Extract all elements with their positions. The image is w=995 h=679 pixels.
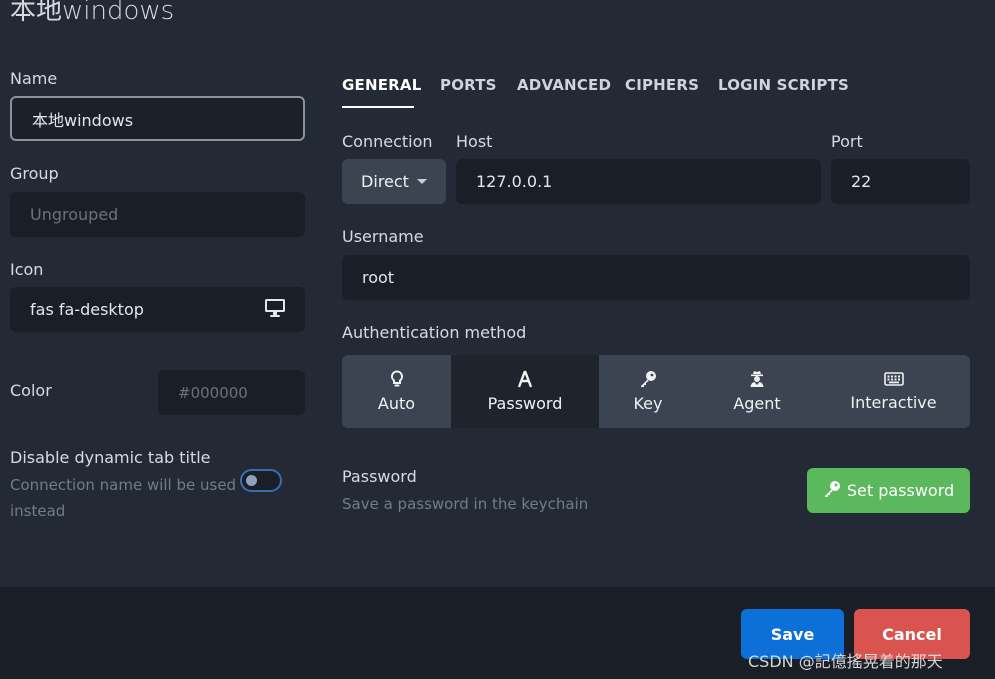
- username-input[interactable]: root: [342, 255, 970, 300]
- name-label: Name: [10, 69, 58, 88]
- auth-option-label: Agent: [733, 394, 781, 413]
- key-icon: [639, 370, 657, 388]
- name-input[interactable]: 本地windows: [10, 96, 305, 141]
- icon-input-value: fas fa-desktop: [30, 300, 144, 319]
- group-input[interactable]: Ungrouped: [10, 192, 305, 237]
- set-password-button[interactable]: Set password: [807, 468, 970, 513]
- dynamic-title-desc-2: instead: [10, 502, 66, 520]
- user-secret-icon: [749, 370, 765, 388]
- auth-option-label: Interactive: [850, 393, 937, 412]
- group-label: Group: [10, 164, 59, 183]
- port-input[interactable]: 22: [831, 159, 970, 204]
- watermark: CSDN @記億搖晃着的那天: [748, 652, 943, 671]
- connection-value: Direct: [361, 172, 409, 191]
- auth-method-label: Authentication method: [342, 323, 527, 342]
- caret-down-icon: [416, 179, 427, 184]
- dynamic-title-desc-1: Connection name will be used: [10, 476, 237, 494]
- connection-dropdown[interactable]: Direct: [342, 159, 446, 204]
- password-desc: Save a password in the keychain: [342, 495, 589, 513]
- set-password-label: Set password: [846, 481, 955, 500]
- password-label: Password: [342, 467, 417, 486]
- color-label: Color: [10, 381, 52, 400]
- auth-option-label: Auto: [377, 394, 416, 413]
- auth-method-selector: Auto Password Key Agent Interactive: [342, 355, 970, 428]
- dialog-title: 本地windows: [10, 0, 175, 26]
- tab-ciphers[interactable]: CIPHERS: [625, 76, 699, 94]
- auth-option-agent[interactable]: Agent: [697, 355, 817, 428]
- toggle-knob: [246, 475, 257, 486]
- auth-option-label: Key: [633, 394, 663, 413]
- auth-option-password[interactable]: Password: [451, 355, 599, 428]
- icon-label: Icon: [10, 260, 44, 279]
- tab-ports[interactable]: PORTS: [440, 76, 497, 94]
- dynamic-title-toggle[interactable]: [240, 469, 282, 492]
- tab-login-scripts[interactable]: LOGIN SCRIPTS: [718, 76, 849, 94]
- desktop-icon: [265, 298, 285, 321]
- tab-advanced[interactable]: ADVANCED: [517, 76, 611, 94]
- port-label: Port: [831, 132, 863, 151]
- tab-general[interactable]: GENERAL: [342, 76, 421, 94]
- font-icon: [517, 370, 533, 388]
- lightbulb-icon: [390, 370, 404, 388]
- auth-option-label: Password: [487, 394, 563, 413]
- key-icon: [823, 480, 841, 502]
- auth-option-auto[interactable]: Auto: [342, 355, 451, 428]
- dynamic-title-label: Disable dynamic tab title: [10, 448, 211, 467]
- icon-input[interactable]: fas fa-desktop: [10, 287, 305, 332]
- host-input[interactable]: 127.0.0.1: [456, 159, 821, 204]
- host-label: Host: [456, 132, 493, 151]
- color-input[interactable]: #000000: [158, 370, 305, 415]
- keyboard-icon: [883, 371, 904, 387]
- active-tab-indicator: [342, 106, 414, 108]
- connection-label: Connection: [342, 132, 433, 151]
- auth-option-interactive[interactable]: Interactive: [817, 355, 970, 428]
- auth-option-key[interactable]: Key: [599, 355, 697, 428]
- username-label: Username: [342, 227, 424, 246]
